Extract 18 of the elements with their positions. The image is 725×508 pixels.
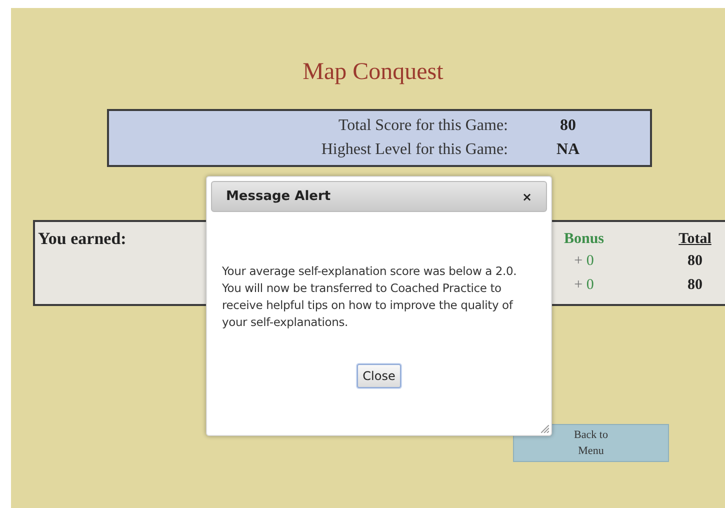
column-header: Total — [678, 230, 712, 249]
score-value: NA — [555, 140, 581, 160]
close-button[interactable]: Close — [356, 364, 402, 388]
resize-grip-icon[interactable] — [541, 425, 549, 433]
alert-message: Your average self-explanation score was below a 2.0. You will now be transferred to Coached Practice to receive helpful tips on how to improve the quality of your self-explanations. — [222, 263, 518, 331]
bonus-value: + 0 — [573, 276, 595, 295]
score-value: 80 — [559, 116, 577, 136]
dialog-title: Message Alert — [226, 188, 331, 206]
score-label: Highest Level for this Game: — [320, 140, 508, 160]
close-icon[interactable]: × — [522, 188, 532, 206]
column-header: Bonus — [562, 230, 606, 249]
back-to-menu-button[interactable]: Back to Menu — [513, 424, 669, 462]
earned-label: You earned: — [38, 228, 126, 250]
score-label: Total Score for this Game: — [338, 116, 508, 136]
bonus-value: + 0 — [573, 252, 595, 271]
total-value: 80 — [686, 276, 704, 295]
page-title: Map Conquest — [302, 59, 444, 85]
total-value: 80 — [686, 252, 704, 271]
